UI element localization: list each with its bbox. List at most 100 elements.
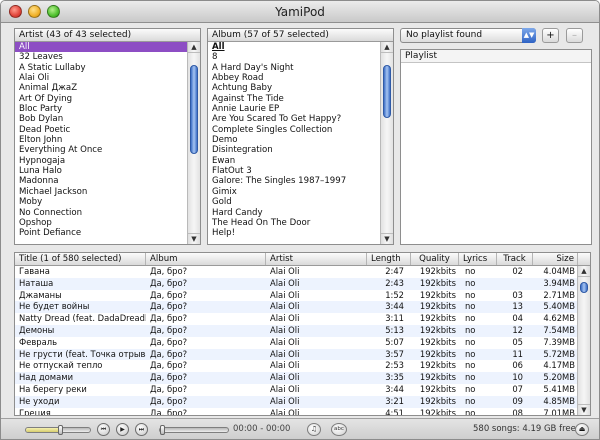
album-list-item[interactable]: The Head On The Door xyxy=(208,218,380,228)
eject-icon[interactable]: ⏏ xyxy=(575,423,589,436)
column-header-artist[interactable]: Artist xyxy=(266,253,367,265)
scroll-up-arrow-icon[interactable]: ▲ xyxy=(381,42,393,53)
table-row[interactable]: Не уходи Да, бро? Alai Oli 3:21 192kbits no 09… xyxy=(15,395,578,408)
album-list-item[interactable]: Gimix xyxy=(208,187,380,197)
previous-track-icon[interactable]: ⏮ xyxy=(97,423,110,436)
column-header-length[interactable]: Length xyxy=(367,253,411,265)
scroll-down-arrow-icon[interactable]: ▼ xyxy=(381,233,393,244)
cell-length: 3:21 xyxy=(385,395,404,406)
artist-list-item[interactable]: No Connection xyxy=(15,208,187,218)
artist-list-item[interactable]: Point Defiance xyxy=(15,228,187,238)
table-row[interactable]: Наташа Да, бро? Alai Oli 2:43 192kbits no 3.94… xyxy=(15,277,578,290)
track-rows: Гавана Да, бро? Alai Oli 2:47 192kbits no 02 4.… xyxy=(15,266,578,415)
cell-title: Не отпускай тепло xyxy=(19,360,103,371)
scroll-up-arrow-icon[interactable]: ▲ xyxy=(188,42,200,53)
column-header-lyrics[interactable]: Lyrics xyxy=(459,253,497,265)
album-list-item[interactable]: Achtung Baby xyxy=(208,83,380,93)
lyrics-note-icon[interactable]: ♫ xyxy=(307,423,321,436)
album-list-item[interactable]: Against The Tide xyxy=(208,94,380,104)
table-row[interactable]: Демоны Да, бро? Alai Oli 5:13 192kbits no 12 7.… xyxy=(15,324,578,337)
artist-list-item[interactable]: A Static Lullaby xyxy=(15,63,187,73)
title-bar[interactable]: YamiPod xyxy=(1,1,599,23)
artist-list-item[interactable]: Art Of Dying xyxy=(15,94,187,104)
artist-list-item[interactable]: Elton John xyxy=(15,135,187,145)
cell-track: 05 xyxy=(512,336,523,347)
column-header-quality[interactable]: Quality xyxy=(411,253,459,265)
table-row[interactable]: Natty Dread (feat. DadaDreadloc... Да, бр… xyxy=(15,313,578,325)
add-playlist-button[interactable]: + xyxy=(542,28,559,43)
playlist-header[interactable]: Playlist xyxy=(401,50,591,63)
cell-lyrics: no xyxy=(465,289,476,300)
album-list-item[interactable]: Hard Candy xyxy=(208,208,380,218)
volume-slider[interactable] xyxy=(25,425,91,435)
album-list-item[interactable]: Complete Singles Collection xyxy=(208,125,380,135)
progress-slider[interactable] xyxy=(159,425,229,435)
scroll-down-arrow-icon[interactable]: ▼ xyxy=(188,233,200,244)
artist-scrollbar[interactable]: ▲ ▼ xyxy=(187,42,200,244)
album-list-item[interactable]: Help! xyxy=(208,228,380,238)
artist-list-item[interactable]: Bloc Party xyxy=(15,104,187,114)
artist-list-item[interactable]: Hypnogaja xyxy=(15,156,187,166)
artist-list-item[interactable]: Michael Jackson xyxy=(15,187,187,197)
table-row[interactable]: Не грусти (feat. Точка отрыва) Да, бро? Al… xyxy=(15,348,578,361)
track-scroll-thumb[interactable] xyxy=(580,281,588,293)
album-list-item[interactable]: All xyxy=(208,42,380,52)
table-row[interactable]: Февраль Да, бро? Alai Oli 5:07 192kbits no 05 7… xyxy=(15,337,578,349)
column-header-title[interactable]: Title (1 of 580 selected) xyxy=(15,253,146,265)
cell-title: Февраль xyxy=(19,336,58,347)
artist-list-item[interactable]: Bob Dylan xyxy=(15,114,187,124)
artist-list-item[interactable]: Opshop xyxy=(15,218,187,228)
album-list-item[interactable]: Abbey Road xyxy=(208,73,380,83)
artist-header[interactable]: Artist (43 of 43 selected) xyxy=(15,29,200,42)
artist-list-item[interactable]: Animal ДжаZ xyxy=(15,83,187,93)
table-row[interactable]: Над домами Да, бро? Alai Oli 3:35 192kbits no… xyxy=(15,372,578,384)
artist-list-item[interactable]: Moby xyxy=(15,197,187,207)
album-list-item[interactable]: Gold xyxy=(208,197,380,207)
album-list-item[interactable]: Ewan xyxy=(208,156,380,166)
scroll-up-arrow-icon[interactable]: ▲ xyxy=(578,266,590,277)
album-list-item[interactable]: 8 xyxy=(208,52,380,62)
playlist-dropdown[interactable]: No playlist found ▲▼ xyxy=(400,28,536,43)
column-header-album[interactable]: Album xyxy=(146,253,266,265)
artist-list-item[interactable]: Madonna xyxy=(15,176,187,186)
album-list-item[interactable]: A Hard Day's Night xyxy=(208,63,380,73)
volume-fill xyxy=(26,428,62,432)
cell-title: Не уходи xyxy=(19,395,60,406)
table-row[interactable]: На берегу реки Да, бро? Alai Oli 3:44 192kbi… xyxy=(15,384,578,396)
artist-list-item[interactable]: All xyxy=(15,42,187,53)
artist-list-item[interactable]: Everything At Once xyxy=(15,145,187,155)
album-list-item[interactable]: Are You Scared To Get Happy? xyxy=(208,114,380,124)
artist-scroll-thumb[interactable] xyxy=(190,64,198,154)
artist-list-item[interactable]: 32 Leaves xyxy=(15,52,187,62)
cell-artist: Alai Oli xyxy=(270,313,300,324)
column-header-track[interactable]: Track xyxy=(497,253,533,265)
artist-list-item[interactable]: Dead Poetic xyxy=(15,125,187,135)
table-row[interactable]: Греция Да, бро? Alai Oli 4:51 192kbits no 08 7.… xyxy=(15,408,578,415)
table-row[interactable]: Джаманы Да, бро? Alai Oli 1:52 192kbits no 03 2… xyxy=(15,290,578,302)
table-row[interactable]: Гавана Да, бро? Alai Oli 2:47 192kbits no 02 4.… xyxy=(15,266,578,278)
play-icon[interactable]: ▶ xyxy=(116,423,129,436)
album-list-item[interactable]: Demo xyxy=(208,135,380,145)
album-list-item[interactable]: Disintegration xyxy=(208,145,380,155)
album-list-item[interactable]: Galore: The Singles 1987–1997 xyxy=(208,176,380,186)
album-list-item[interactable]: Annie Laurie EP xyxy=(208,104,380,114)
track-scrollbar[interactable]: ▲ ▼ xyxy=(577,266,590,415)
remove-playlist-button[interactable]: – xyxy=(566,28,583,43)
next-track-icon[interactable]: ⏭ xyxy=(135,423,148,436)
artist-list-item[interactable]: Luna Halo xyxy=(15,166,187,176)
spell-check-icon[interactable]: abc xyxy=(331,423,347,436)
progress-knob[interactable] xyxy=(160,425,165,435)
cell-quality: 192kbits xyxy=(419,407,456,415)
album-scrollbar[interactable]: ▲ ▼ xyxy=(380,42,393,244)
album-list-item[interactable]: FlatOut 3 xyxy=(208,166,380,176)
playlist-dropdown-value: No playlist found xyxy=(406,30,483,40)
cell-title: Греция xyxy=(19,407,51,415)
artist-list-item[interactable]: Alai Oli xyxy=(15,73,187,83)
table-row[interactable]: Не будет войны Да, бро? Alai Oli 3:44 192kbi… xyxy=(15,301,578,314)
scroll-down-arrow-icon[interactable]: ▼ xyxy=(578,404,590,415)
table-row[interactable]: Не отпускай тепло Да, бро? Alai Oli 2:53 192… xyxy=(15,360,578,372)
column-header-size[interactable]: Size xyxy=(533,253,578,265)
album-header[interactable]: Album (57 of 57 selected) xyxy=(208,29,393,42)
volume-knob[interactable] xyxy=(58,425,64,435)
album-scroll-thumb[interactable] xyxy=(383,64,391,119)
